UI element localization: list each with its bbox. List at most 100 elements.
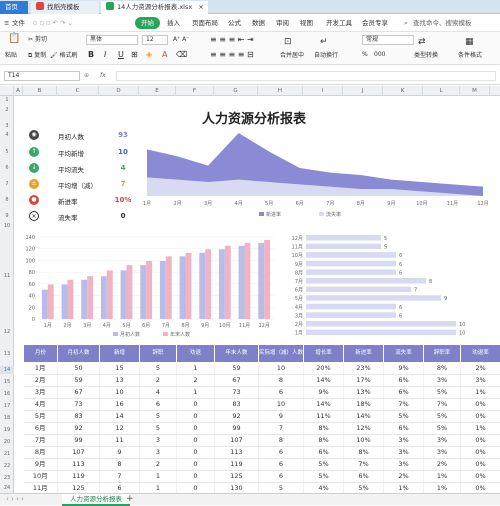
table-cell[interactable]: 3% [424,435,461,447]
font-family-select[interactable]: 黑体 [86,35,138,45]
row-header[interactable]: 22 [0,462,14,470]
toolbar-quick-icons[interactable]: ▫ ▫ ▫ ↶ ↷ ⌄ [33,17,73,29]
table-cell[interactable]: 73 [215,387,259,399]
table-cell[interactable]: 14% [304,399,344,411]
table-cell[interactable]: 5 [140,363,177,375]
table-cell[interactable]: 83 [215,399,259,411]
align-top-icons[interactable]: ≡ ≡ ≡ ⇤ ⇥ [210,35,254,45]
column-header[interactable]: D [99,86,139,96]
table-cell[interactable]: 12 [100,423,140,435]
table-cell[interactable]: 1月 [24,363,58,375]
table-cell[interactable]: 3% [384,447,424,459]
table-header-cell[interactable]: 新进率 [344,345,384,363]
column-header[interactable]: C [57,86,99,96]
row-header[interactable]: 23 [0,474,14,482]
table-cell[interactable]: 2 [140,375,177,387]
search-icon[interactable]: ⌕ [404,17,408,29]
table-cell[interactable]: 0 [177,435,215,447]
tab-home[interactable]: 首页 [0,1,28,14]
menu-page-layout[interactable]: 页面布局 [192,17,218,29]
table-cell[interactable]: 1 [140,471,177,483]
table-header-cell[interactable]: 新增 [100,345,140,363]
column-header[interactable]: H [258,86,303,96]
table-cell[interactable]: 13% [344,387,384,399]
type-convert-icon[interactable]: ⇄ [418,37,426,47]
type-convert-button[interactable]: 类型转换 [414,51,438,61]
table-cell[interactable]: 10 [259,399,304,411]
table-cell[interactable]: 92 [215,411,259,423]
table-cell[interactable]: 15 [100,363,140,375]
table-cell[interactable]: 5% [304,459,344,471]
table-cell[interactable]: 11% [304,411,344,423]
name-box[interactable]: T14 [4,71,80,81]
table-header-cell[interactable]: 流失率 [384,345,424,363]
table-cell[interactable]: 6 [140,399,177,411]
table-cell[interactable]: 0% [461,459,500,471]
table-cell[interactable]: 0 [177,411,215,423]
menu-view[interactable]: 视图 [300,17,313,29]
table-cell[interactable]: 7 [100,471,140,483]
table-cell[interactable]: 16 [100,399,140,411]
table-cell[interactable]: 5% [424,423,461,435]
tab-template[interactable]: 找稻壳模板 [31,1,99,14]
table-cell[interactable]: 2% [384,471,424,483]
table-cell[interactable]: 125 [58,483,100,494]
table-cell[interactable]: 6 [259,447,304,459]
row-header[interactable]: 1 [0,96,14,104]
table-cell[interactable]: 8% [304,423,344,435]
table-cell[interactable]: 92 [58,423,100,435]
table-cell[interactable]: 5% [384,411,424,423]
table-header-cell[interactable]: 辞职率 [424,345,461,363]
table-header-cell[interactable]: 增长率 [304,345,344,363]
table-cell[interactable]: 3 [140,447,177,459]
table-cell[interactable]: 0% [461,411,500,423]
tab-workbook[interactable]: 14人力资源分析报表.xlsx× [101,1,208,14]
row-header[interactable]: 13 [0,350,14,358]
column-header[interactable]: M [460,86,490,96]
format-painter-button[interactable]: 🖌 格式刷 [50,51,78,61]
table-header-cell[interactable]: 月份 [24,345,58,363]
table-cell[interactable]: 67 [215,375,259,387]
table-cell[interactable]: 0% [461,483,500,494]
table-cell[interactable]: 10 [100,387,140,399]
table-cell[interactable]: 0% [461,471,500,483]
menu-insert[interactable]: 插入 [167,17,180,29]
italic-button[interactable]: I [104,50,106,60]
row-header[interactable]: 9 [0,212,14,220]
conditional-format-icon[interactable]: ▦ [465,37,474,47]
table-cell[interactable]: 5 [259,483,304,494]
add-sheet-button[interactable]: + [126,494,134,504]
row-header[interactable]: 19 [0,426,14,434]
row-header[interactable]: 17 [0,402,14,410]
table-cell[interactable]: 5% [304,471,344,483]
menu-hamburger-icon[interactable]: ≡ [4,17,9,29]
table-cell[interactable]: 18% [344,399,384,411]
table-cell[interactable]: 107 [215,435,259,447]
menu-review[interactable]: 审阅 [276,17,289,29]
table-cell[interactable]: 1% [424,483,461,494]
table-cell[interactable]: 6% [384,423,424,435]
table-header-cell[interactable]: 辞职 [140,345,177,363]
menu-start[interactable]: 开始 [135,17,160,29]
wrap-icon[interactable]: ↵ [320,37,328,47]
close-tab-icon[interactable]: × [198,3,203,11]
row-header[interactable]: 6 [0,164,14,172]
table-cell[interactable]: 0% [461,399,500,411]
table-cell[interactable]: 6% [384,387,424,399]
table-cell[interactable]: 0% [461,447,500,459]
percent-button[interactable]: % [362,50,368,60]
menu-member[interactable]: 会员专享 [362,17,388,29]
table-cell[interactable]: 5% [424,387,461,399]
table-cell[interactable]: 8% [304,435,344,447]
column-header[interactable]: K [383,86,423,96]
table-cell[interactable]: 6% [304,447,344,459]
table-cell[interactable]: 1% [461,387,500,399]
table-cell[interactable]: 0 [177,459,215,471]
table-cell[interactable]: 2 [140,459,177,471]
table-cell[interactable]: 6 [259,387,304,399]
row-header[interactable]: 15 [0,378,14,386]
underline-button[interactable]: U [118,50,124,60]
table-cell[interactable]: 12% [344,423,384,435]
column-chart[interactable]: 0204060801001201401月2月3月4月5月6月7月8月9月10月1… [18,231,280,341]
menu-formula[interactable]: 公式 [228,17,241,29]
